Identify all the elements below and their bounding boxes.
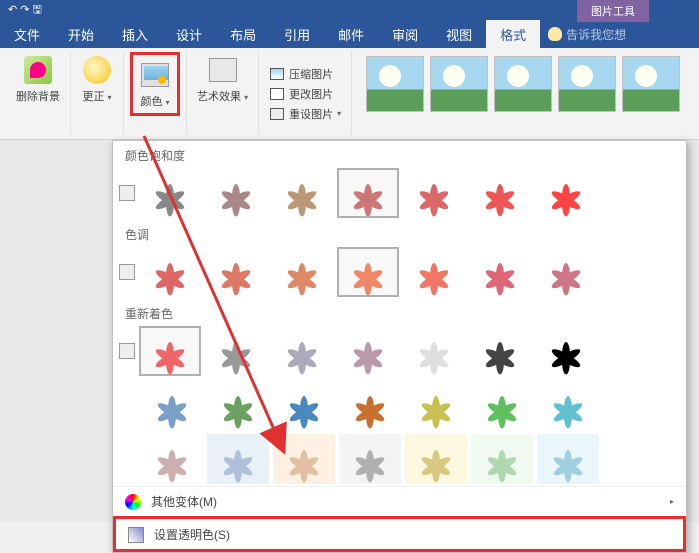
color-swatch[interactable] (403, 168, 465, 218)
tab-view[interactable]: 视图 (432, 20, 486, 48)
color-swatch[interactable] (535, 168, 597, 218)
eyedropper-icon (128, 527, 144, 543)
bulb-icon (548, 27, 562, 41)
tell-me-search[interactable]: 告诉我您想 (540, 20, 634, 48)
color-swatch[interactable] (469, 326, 531, 376)
color-swatch[interactable] (139, 168, 201, 218)
corrections-icon (83, 56, 111, 84)
style-preset[interactable] (622, 56, 680, 112)
color-swatch[interactable] (469, 168, 531, 218)
color-swatch[interactable] (339, 380, 401, 430)
color-swatch[interactable] (207, 434, 269, 484)
corrections-button[interactable]: 更正 ▾ (77, 52, 117, 106)
remove-background-button[interactable]: 删除背景 (12, 52, 64, 106)
color-swatch[interactable] (537, 434, 599, 484)
tab-references[interactable]: 引用 (270, 20, 324, 48)
color-icon (141, 63, 169, 87)
color-swatch[interactable] (403, 247, 465, 297)
color-swatch[interactable] (405, 380, 467, 430)
ribbon-format: 删除背景 更正 ▾ 颜色 ▾ 艺术效果 ▾ 压缩图片 更改图片 重设图片 ▾ (0, 48, 699, 140)
color-button[interactable]: 颜色 ▾ (135, 57, 175, 111)
color-wheel-icon (125, 494, 141, 510)
reset-icon (270, 108, 284, 120)
color-dropdown: 颜色饱和度 色调 重新着色 其他变体(M) ▸ 设置透明色(S) (112, 140, 687, 553)
color-swatch[interactable] (205, 168, 267, 218)
color-swatch[interactable] (537, 380, 599, 430)
tab-mailings[interactable]: 邮件 (324, 20, 378, 48)
color-swatch[interactable] (271, 168, 333, 218)
document-area: 颜色饱和度 色调 重新着色 其他变体(M) ▸ 设置透明色(S) (0, 140, 699, 522)
change-icon (270, 88, 284, 100)
remove-bg-icon (24, 56, 52, 84)
picture-styles-gallery (362, 52, 684, 116)
color-swatch[interactable] (535, 326, 597, 376)
context-tab-picture-tools: 图片工具 (577, 0, 649, 22)
color-swatch[interactable] (141, 434, 203, 484)
color-swatch[interactable] (403, 326, 465, 376)
reset-picture-button[interactable]: 重设图片 ▾ (265, 104, 345, 124)
tab-design[interactable]: 设计 (162, 20, 216, 48)
artistic-icon (209, 58, 237, 82)
style-preset[interactable] (494, 56, 552, 112)
color-swatch[interactable] (471, 434, 533, 484)
style-preset[interactable] (366, 56, 424, 112)
style-preset[interactable] (430, 56, 488, 112)
color-swatch[interactable] (271, 247, 333, 297)
color-swatch[interactable] (337, 247, 399, 297)
tab-file[interactable]: 文件 (0, 20, 54, 48)
qat-icon: ↶ ↷ 🖫 (8, 1, 42, 20)
color-swatch[interactable] (535, 247, 597, 297)
more-variants-item[interactable]: 其他变体(M) ▸ (113, 486, 686, 516)
style-preset[interactable] (558, 56, 616, 112)
color-swatch[interactable] (339, 434, 401, 484)
tab-format[interactable]: 格式 (486, 20, 540, 48)
color-swatch[interactable] (141, 380, 203, 430)
tab-insert[interactable]: 插入 (108, 20, 162, 48)
color-swatch[interactable] (273, 434, 335, 484)
color-swatch[interactable] (469, 247, 531, 297)
color-swatch[interactable] (205, 247, 267, 297)
change-picture-button[interactable]: 更改图片 (265, 84, 337, 104)
color-swatch[interactable] (337, 168, 399, 218)
color-swatch[interactable] (337, 326, 399, 376)
color-swatch[interactable] (139, 247, 201, 297)
color-swatch[interactable] (205, 326, 267, 376)
tile-icon (119, 185, 135, 201)
compress-icon (270, 68, 284, 80)
set-transparent-color-item[interactable]: 设置透明色(S) (116, 519, 683, 549)
color-swatch[interactable] (405, 434, 467, 484)
compress-picture-button[interactable]: 压缩图片 (265, 64, 337, 84)
section-tone: 色调 (113, 220, 686, 245)
tile-icon (119, 343, 135, 359)
color-swatch[interactable] (471, 380, 533, 430)
color-swatch[interactable] (271, 326, 333, 376)
section-recolor: 重新着色 (113, 299, 686, 324)
color-swatch[interactable] (207, 380, 269, 430)
color-swatch[interactable] (139, 326, 201, 376)
tab-home[interactable]: 开始 (54, 20, 108, 48)
tab-review[interactable]: 审阅 (378, 20, 432, 48)
tab-layout[interactable]: 布局 (216, 20, 270, 48)
tile-icon (119, 264, 135, 280)
color-swatch[interactable] (273, 380, 335, 430)
section-saturation: 颜色饱和度 (113, 141, 686, 166)
artistic-effects-button[interactable]: 艺术效果 ▾ (193, 52, 252, 106)
menu-bar: 文件 开始 插入 设计 布局 引用 邮件 审阅 视图 格式 告诉我您想 (0, 20, 699, 48)
